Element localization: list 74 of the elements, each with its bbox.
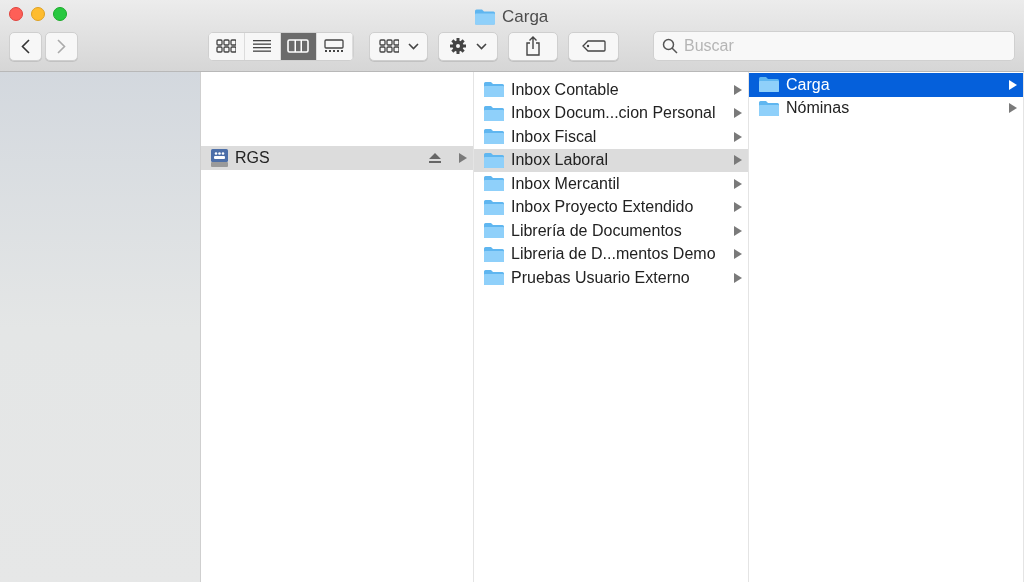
file-row[interactable]: Pruebas Usuario Externo — [474, 266, 748, 290]
view-mode-button[interactable] — [209, 32, 245, 60]
folder-icon — [758, 76, 780, 94]
file-name: Librería de Documentos — [511, 220, 683, 241]
file-name: Nóminas — [786, 98, 851, 119]
zoom-button[interactable] — [53, 7, 67, 21]
file-row[interactable]: Inbox Mercantil — [474, 172, 748, 196]
file-name: Inbox Proyecto Extendido — [511, 197, 695, 218]
file-row[interactable]: Inbox Fiscal — [474, 125, 748, 149]
file-name: Inbox Docum...cion Personal — [511, 103, 717, 124]
disclosure-triangle-icon — [734, 131, 742, 142]
disclosure-triangle-icon — [734, 178, 742, 189]
disclosure-triangle-icon — [734, 155, 742, 166]
disclosure-triangle-icon — [734, 225, 742, 236]
file-name: Inbox Laboral — [511, 150, 609, 171]
file-row[interactable]: Inbox Contable — [474, 78, 748, 102]
folder-icon — [483, 81, 505, 99]
file-row[interactable]: RGS — [201, 146, 473, 170]
folder-icon — [474, 7, 496, 26]
group-button[interactable] — [368, 31, 429, 61]
close-button[interactable] — [9, 7, 23, 21]
search-icon — [662, 38, 678, 54]
share-button[interactable] — [507, 31, 559, 61]
file-row[interactable]: Nóminas — [749, 96, 1023, 120]
folder-icon — [483, 151, 505, 169]
chevron-left-icon — [21, 38, 30, 54]
file-name: Inbox Fiscal — [511, 126, 598, 147]
folder-icon — [483, 128, 505, 146]
disclosure-triangle-icon — [1009, 79, 1017, 90]
folder-icon — [483, 198, 505, 216]
disclosure-triangle-icon — [734, 249, 742, 260]
disclosure-triangle-icon — [734, 272, 742, 283]
share-icon — [525, 36, 542, 56]
columns-icon — [287, 39, 310, 53]
file-row[interactable]: Carga — [749, 73, 1023, 97]
file-name: RGS — [235, 147, 271, 168]
file-row[interactable]: Inbox Docum...cion Personal — [474, 101, 748, 125]
chevron-right-icon — [57, 38, 66, 54]
file-name: Libreria de D...mentos Demo — [511, 244, 717, 265]
file-name: Pruebas Usuario Externo — [511, 267, 691, 288]
folder-icon — [483, 175, 505, 193]
file-row[interactable]: Inbox Laboral — [474, 148, 748, 172]
chevron-down-icon — [407, 42, 419, 50]
file-row[interactable]: Libreria de D...mentos Demo — [474, 242, 748, 266]
gallery-icon — [324, 39, 345, 53]
tag-button[interactable] — [568, 31, 619, 61]
chevron-down-icon — [476, 42, 488, 50]
file-name: Carga — [786, 74, 831, 95]
folder-icon — [483, 245, 505, 263]
window-title: Carga — [502, 6, 549, 28]
file-name: Inbox Contable — [511, 79, 620, 100]
disclosure-triangle-icon — [734, 84, 742, 95]
folder-icon — [483, 269, 505, 287]
disclosure-triangle-icon — [459, 152, 467, 163]
folder-icon — [483, 104, 505, 122]
disclosure-triangle-icon — [734, 202, 742, 213]
action-button[interactable] — [438, 31, 498, 61]
tag-icon — [581, 40, 606, 52]
list-icon — [252, 39, 273, 53]
icon-grid-icon — [378, 39, 399, 53]
disclosure-triangle-icon — [1009, 103, 1017, 114]
disclosure-triangle-icon — [734, 108, 742, 119]
search-field[interactable]: Buscar — [653, 31, 1015, 61]
icon-grid-icon — [216, 39, 237, 53]
eject-icon — [429, 152, 441, 163]
file-row[interactable]: Inbox Proyecto Extendido — [474, 195, 748, 219]
gear-icon — [449, 37, 468, 55]
folder-icon — [483, 222, 505, 240]
file-name: Inbox Mercantil — [511, 173, 621, 194]
view-mode-button[interactable] — [280, 32, 317, 60]
server-icon — [210, 147, 229, 168]
file-row[interactable]: Librería de Documentos — [474, 219, 748, 243]
folder-icon — [758, 99, 780, 117]
back-button[interactable] — [9, 31, 42, 61]
